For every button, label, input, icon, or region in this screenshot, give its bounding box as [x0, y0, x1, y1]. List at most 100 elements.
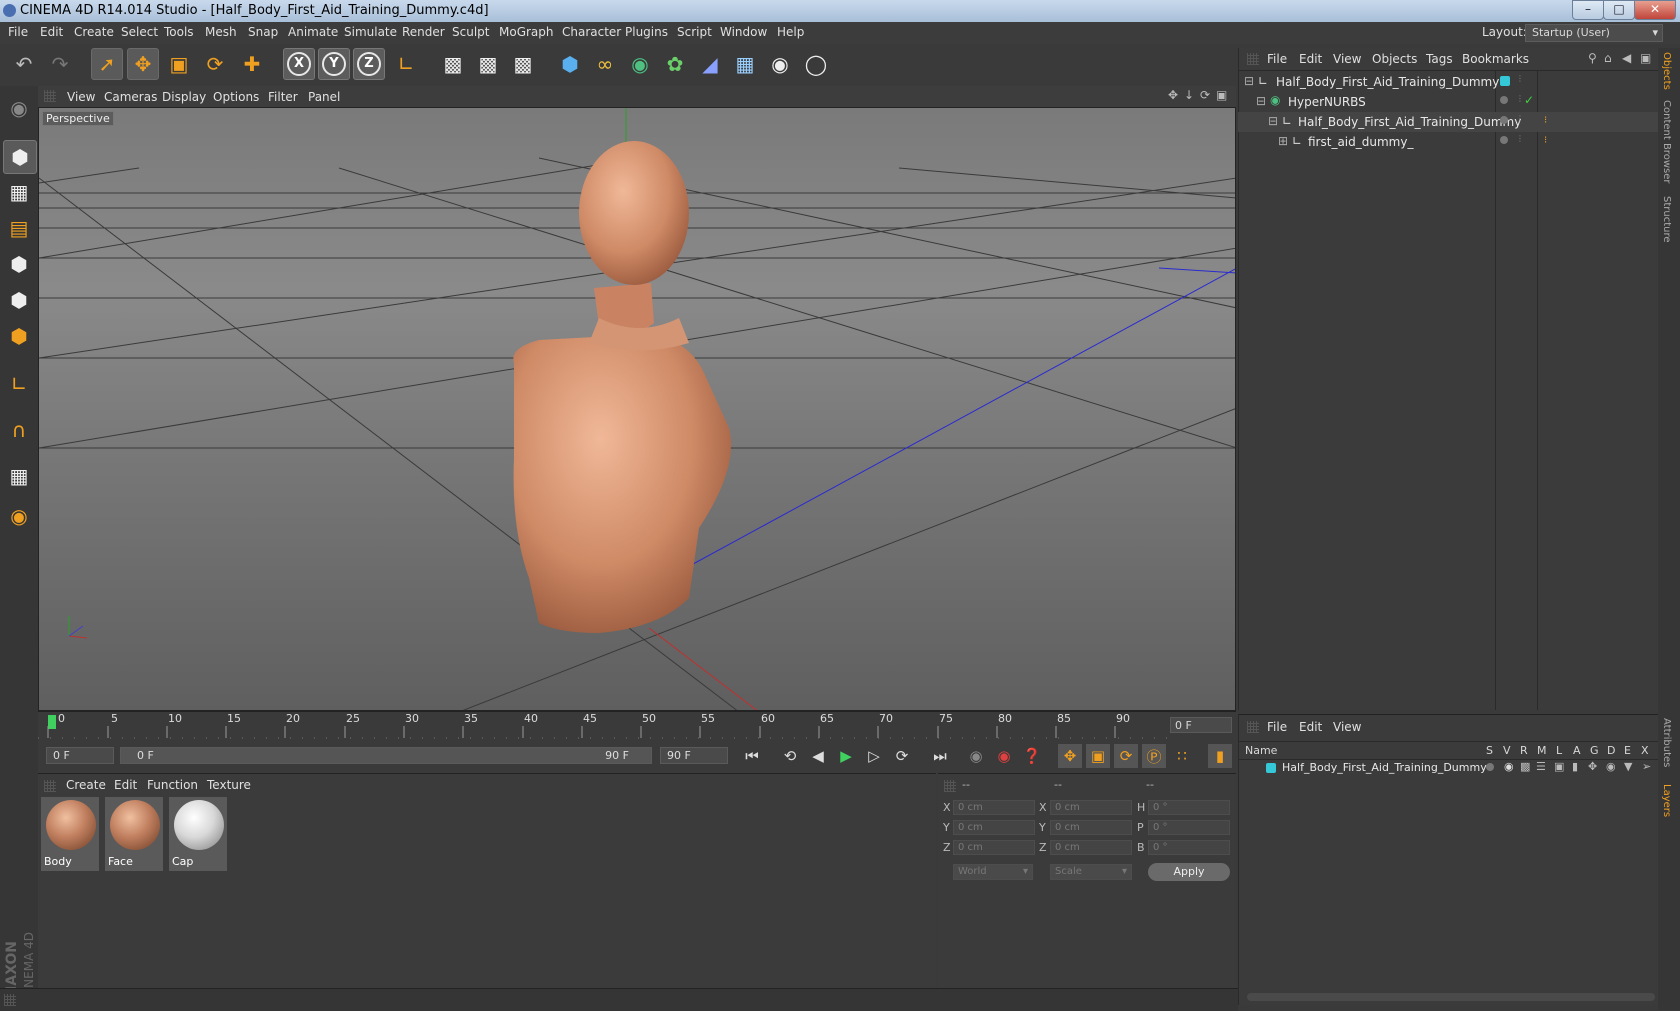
viewport-menu-panel[interactable]: Panel — [308, 90, 340, 104]
maximize-button[interactable]: □ — [1603, 0, 1635, 20]
menu-edit[interactable]: Edit — [40, 25, 63, 39]
workplane-icon[interactable]: ▤ — [3, 212, 35, 244]
menu-plugins[interactable]: Plugins — [625, 25, 668, 39]
objects-menu-objects[interactable]: Objects — [1372, 52, 1417, 66]
magnet-icon[interactable]: ∩ — [3, 414, 35, 446]
objects-menu-tags[interactable]: Tags — [1426, 52, 1453, 66]
make-editable-icon[interactable]: ◉ — [3, 92, 35, 124]
close-button[interactable]: ✕ — [1634, 0, 1676, 20]
menu-window[interactable]: Window — [720, 25, 767, 39]
key-parameter-icon[interactable]: Ⓟ — [1142, 744, 1166, 768]
tree-item[interactable]: ⊞ ∟ first_aid_dummy_ ⋮ ⁝ — [1238, 132, 1658, 152]
layers-menu-file[interactable]: File — [1267, 720, 1287, 734]
live-selection-icon[interactable]: ➚ — [91, 48, 123, 80]
visibility-dots-icon[interactable]: ⋮ — [1516, 134, 1524, 143]
redo-icon[interactable]: ↷ — [44, 48, 76, 80]
material-menu-texture[interactable]: Texture — [207, 778, 251, 792]
polygons-mode-icon[interactable]: ⬢ — [3, 320, 35, 352]
tab-content-browser[interactable]: Content Browser — [1661, 100, 1672, 183]
objects-menu-file[interactable]: File — [1267, 52, 1287, 66]
horizontal-scrollbar[interactable] — [1247, 993, 1655, 1001]
render-icon[interactable]: ▩ — [1520, 760, 1530, 773]
viewport-maximize-icon[interactable]: ▣ — [1216, 88, 1227, 102]
viewport-menu-options[interactable]: Options — [213, 90, 259, 104]
layers-column-flag[interactable]: E — [1624, 744, 1631, 757]
visibility-dots-icon[interactable]: ⋮ — [1516, 94, 1524, 103]
rotate-icon[interactable]: ⟳ — [199, 48, 231, 80]
layers-column-flag[interactable]: S — [1486, 744, 1493, 757]
panel-grip-icon[interactable] — [944, 780, 956, 792]
layout-dropdown[interactable]: Startup (User) ▾ — [1525, 24, 1663, 42]
z-axis-lock-button[interactable]: Z — [353, 48, 385, 80]
layers-column-flag[interactable]: G — [1590, 744, 1599, 757]
expand-icon[interactable]: ⊟ — [1256, 94, 1266, 108]
current-frame-field[interactable]: 0 F — [1170, 717, 1232, 733]
viewport-move-icon[interactable]: ✥ — [1168, 88, 1178, 102]
array-icon[interactable]: ✿ — [659, 48, 691, 80]
expand-icon[interactable]: ⊟ — [1268, 114, 1278, 128]
layers-column-flag[interactable]: V — [1503, 744, 1511, 757]
menu-create[interactable]: Create — [74, 25, 114, 39]
size-y-field[interactable]: 0 cm — [1050, 820, 1132, 835]
y-axis-lock-button[interactable]: Y — [318, 48, 350, 80]
menu-character[interactable]: Character — [562, 25, 621, 39]
next-frame-icon[interactable]: ▷ — [862, 744, 886, 768]
dummy-model[interactable] — [513, 141, 731, 633]
key-position-icon[interactable]: ✥ — [1058, 744, 1082, 768]
tab-layers[interactable]: Layers — [1661, 784, 1672, 817]
material-swatch-cap[interactable]: Cap — [169, 797, 227, 871]
spline-icon[interactable]: ∞ — [589, 48, 621, 80]
coordinate-system-icon[interactable]: ∟ — [390, 48, 422, 80]
transform-icon[interactable]: ✚ — [236, 48, 268, 80]
size-mode-dropdown[interactable]: Scale ▾ — [1050, 864, 1132, 880]
layers-column-flag[interactable]: D — [1607, 744, 1615, 757]
model-mode-icon[interactable]: ⬢ — [3, 140, 37, 174]
material-swatch-face[interactable]: Face — [105, 797, 163, 871]
layers-column-flag[interactable]: A — [1573, 744, 1581, 757]
tab-structure[interactable]: Structure — [1661, 196, 1672, 243]
coordinate-space-dropdown[interactable]: World ▾ — [953, 864, 1033, 880]
objects-menu-view[interactable]: View — [1333, 52, 1361, 66]
objects-menu-bookmarks[interactable]: Bookmarks — [1462, 52, 1529, 66]
expressions-icon[interactable]: ▼ — [1624, 760, 1632, 773]
visibility-dots-icon[interactable]: ⋮ — [1516, 114, 1524, 123]
material-menu-function[interactable]: Function — [147, 778, 198, 792]
viewport-menu-view[interactable]: View — [67, 90, 95, 104]
material-menu-create[interactable]: Create — [66, 778, 106, 792]
texture-mode-icon[interactable]: ▦ — [3, 176, 35, 208]
panel-grip-icon[interactable] — [44, 780, 56, 792]
move-icon[interactable]: ✥ — [127, 48, 159, 80]
viewport-zoom-icon[interactable]: ↓ — [1184, 88, 1194, 102]
viewport-menu-filter[interactable]: Filter — [268, 90, 298, 104]
rotation-b-field[interactable]: 0 ° — [1148, 840, 1230, 855]
home-icon[interactable]: ⌂ — [1604, 51, 1612, 65]
enabled-check-icon[interactable]: ✓ — [1524, 93, 1534, 107]
layers-column-flag[interactable]: R — [1520, 744, 1528, 757]
locked-workplane-icon[interactable]: ▦ — [3, 460, 35, 492]
viewport-3d[interactable]: Perspective — [38, 107, 1236, 711]
minimize-button[interactable]: – — [1572, 0, 1604, 20]
eye-icon[interactable]: ◉ — [1504, 760, 1514, 773]
layers-column-flag[interactable]: X — [1641, 744, 1649, 757]
menu-select[interactable]: Select — [121, 25, 158, 39]
menu-simulate[interactable]: Simulate — [344, 25, 397, 39]
apply-button[interactable]: Apply — [1148, 863, 1230, 881]
scale-icon[interactable]: ▣ — [163, 48, 195, 80]
render-to-picture-viewer-icon[interactable]: ▩ — [472, 48, 504, 80]
size-z-field[interactable]: 0 cm — [1050, 840, 1132, 855]
material-menu-edit[interactable]: Edit — [114, 778, 137, 792]
x-axis-lock-button[interactable]: X — [283, 48, 315, 80]
panel-grip-icon[interactable] — [44, 90, 56, 102]
collapse-icon[interactable]: ◀ — [1622, 51, 1631, 65]
viewport-rotate-icon[interactable]: ⟳ — [1200, 88, 1210, 102]
snap-icon[interactable]: ◉ — [3, 500, 35, 532]
xref-icon[interactable]: ➢ — [1642, 760, 1651, 773]
next-key-icon[interactable]: ⟳ — [890, 744, 914, 768]
visibility-dots-icon[interactable]: ⋮ — [1516, 74, 1524, 83]
deformer-icon[interactable]: ◢ — [694, 48, 726, 80]
tree-item[interactable]: ⊟ ◉ HyperNURBS ⋮ ✓ — [1238, 92, 1658, 112]
size-x-field[interactable]: 0 cm — [1050, 800, 1132, 815]
expand-icon[interactable]: ⊟ — [1244, 74, 1254, 88]
menu-snap[interactable]: Snap — [248, 25, 278, 39]
expand-icon[interactable]: ⊞ — [1278, 134, 1288, 148]
